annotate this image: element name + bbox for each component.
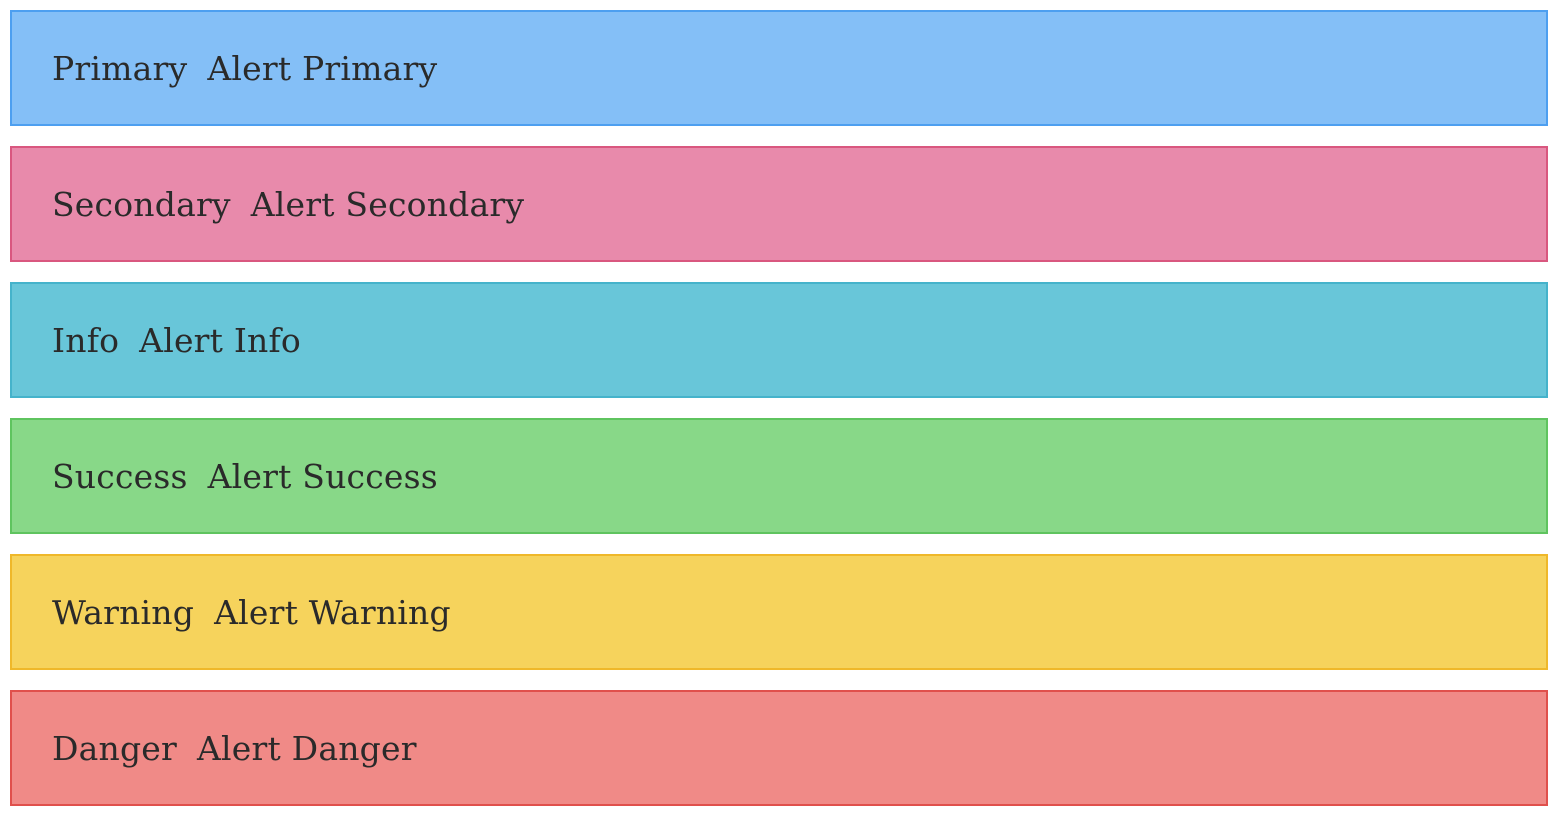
alert-message: Alert Secondary xyxy=(250,184,525,224)
alert-title: Danger xyxy=(52,728,178,768)
alert-info: Info Alert Info xyxy=(10,282,1548,398)
alert-secondary: Secondary Alert Secondary xyxy=(10,146,1548,262)
alert-warning: Warning Alert Warning xyxy=(10,554,1548,670)
alert-message: Alert Info xyxy=(139,320,301,360)
alert-message: Alert Danger xyxy=(197,728,417,768)
alert-danger: Danger Alert Danger xyxy=(10,690,1548,806)
alert-title: Success xyxy=(52,456,188,496)
alert-message: Alert Warning xyxy=(214,592,451,632)
alert-primary: Primary Alert Primary xyxy=(10,10,1548,126)
alert-title: Warning xyxy=(52,592,195,632)
alert-message: Alert Success xyxy=(207,456,438,496)
alert-title: Info xyxy=(52,320,120,360)
alerts-list: Primary Alert Primary Secondary Alert Se… xyxy=(0,0,1564,814)
alert-success: Success Alert Success xyxy=(10,418,1548,534)
alert-message: Alert Primary xyxy=(207,48,438,88)
alert-title: Primary xyxy=(52,48,188,88)
alert-title: Secondary xyxy=(52,184,231,224)
